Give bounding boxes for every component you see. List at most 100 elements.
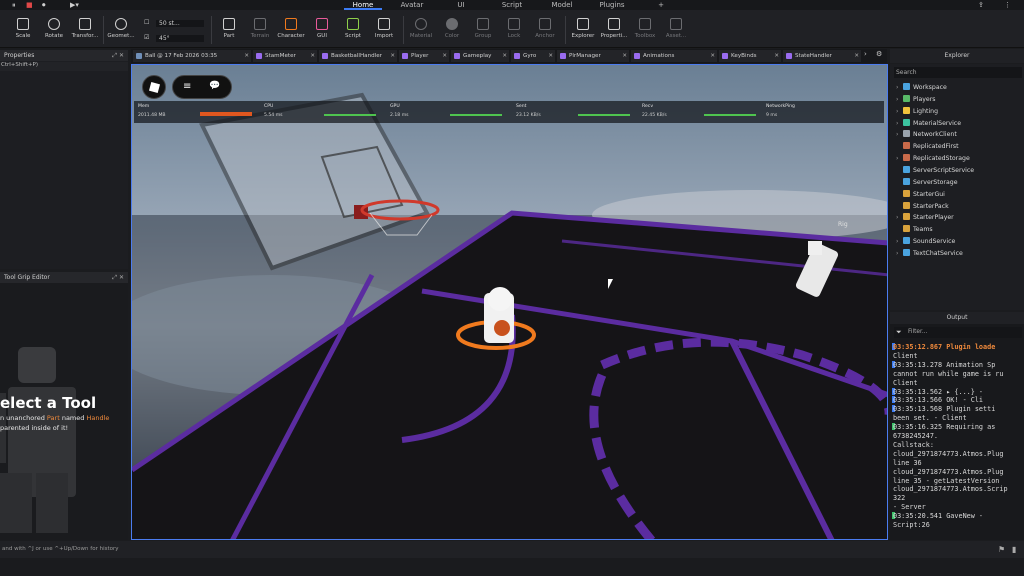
output-filter-input[interactable]: Filter... bbox=[894, 327, 1022, 338]
output-line[interactable]: 6738245247. bbox=[893, 432, 938, 440]
scale-tool-button[interactable]: Scale bbox=[8, 12, 38, 39]
toolbox-button[interactable]: Toolbox bbox=[630, 12, 660, 39]
explorer-item[interactable]: › NetworkClient bbox=[896, 130, 957, 138]
output-line[interactable]: 03:35:13.562 ▸ {...} - bbox=[893, 388, 983, 396]
play-menu-icon[interactable]: ▶▾ bbox=[70, 0, 79, 10]
explorer-item[interactable]: Teams bbox=[896, 225, 933, 233]
explorer-item[interactable]: › MaterialService bbox=[896, 118, 961, 127]
hamburger-menu-icon[interactable]: ≡ bbox=[183, 81, 191, 92]
tab-stammeter[interactable]: StamMeter ✕ bbox=[253, 50, 317, 62]
output-line[interactable]: 03:35:13.568 Plugin setti bbox=[893, 405, 995, 413]
gui-button[interactable]: GUI bbox=[307, 12, 337, 39]
close-icon[interactable]: ✕ bbox=[310, 50, 315, 62]
stat-gpu[interactable]: GPU 2.18 ms bbox=[390, 104, 409, 118]
output-line[interactable]: 03:35:13.278 Animation Sp bbox=[893, 361, 995, 369]
output-line[interactable]: cloud_2971874773.Atmos.Scrip bbox=[893, 485, 1008, 493]
output-line[interactable]: cloud_2971874773.Atmos.Plug bbox=[893, 468, 1004, 476]
output-line[interactable]: cannot run while game is ru bbox=[893, 370, 1004, 378]
run-icon[interactable]: ⏺ bbox=[42, 0, 46, 10]
tab-avatar[interactable]: Avatar bbox=[393, 0, 431, 10]
output-line[interactable]: cloud_2971874773.Atmos.Plug bbox=[893, 450, 1004, 458]
properties-filter-input[interactable]: Ctrl+Shift+P) bbox=[0, 62, 128, 71]
close-icon[interactable]: ✕ bbox=[244, 50, 249, 62]
output-line[interactable]: Callstack: bbox=[893, 441, 934, 449]
tab-player[interactable]: Player ✕ bbox=[399, 50, 449, 62]
tab-animations[interactable]: Animations ✕ bbox=[631, 50, 717, 62]
group-button[interactable]: Group bbox=[468, 12, 498, 39]
tab-ball-place[interactable]: Ball @ 17 Feb 2026 03:35 ✕ bbox=[133, 50, 251, 62]
more-icon[interactable]: ⋮ bbox=[1004, 0, 1011, 10]
tab-plugins[interactable]: Plugins bbox=[594, 0, 630, 10]
explorer-item[interactable]: StarterGui bbox=[896, 189, 945, 198]
asset-manager-button[interactable]: Asset... bbox=[661, 12, 691, 39]
close-icon[interactable]: ✕ bbox=[854, 50, 859, 62]
tab-keybinds[interactable]: KeyBinds ✕ bbox=[719, 50, 781, 62]
output-line[interactable]: 322 bbox=[893, 494, 905, 502]
explorer-item[interactable]: › StarterPlayer bbox=[896, 213, 954, 221]
move-checkbox-icon[interactable]: ☐ bbox=[144, 19, 149, 26]
sidebar-toggle-icon[interactable]: ▮ bbox=[1012, 541, 1016, 558]
explorer-item[interactable]: ServerScriptService bbox=[896, 165, 974, 174]
terrain-button[interactable]: Terrain bbox=[245, 12, 275, 39]
output-line[interactable]: Client bbox=[893, 379, 918, 387]
output-line[interactable]: Client bbox=[893, 352, 918, 360]
output-line[interactable]: 03:35:13.566 OK! - Cli bbox=[893, 396, 983, 404]
close-icon[interactable]: ✕ bbox=[502, 50, 507, 62]
color-button[interactable]: Color bbox=[437, 12, 467, 39]
stat-cpu[interactable]: CPU 5.54 ms bbox=[264, 104, 283, 118]
chevron-right-icon[interactable]: › bbox=[896, 131, 903, 138]
filter-icon[interactable]: ⏷ bbox=[896, 328, 902, 337]
part-button[interactable]: Part bbox=[214, 12, 244, 39]
explorer-search-input[interactable]: Search bbox=[894, 67, 1022, 78]
tabs-overflow-icon[interactable]: › bbox=[864, 50, 867, 58]
tab-statehandler[interactable]: StateHandler ✕ bbox=[783, 50, 861, 62]
close-icon[interactable]: ✕ bbox=[710, 50, 715, 62]
output-line[interactable]: Script:26 bbox=[893, 521, 930, 529]
anchor-button[interactable]: Anchor bbox=[530, 12, 560, 39]
rotate-increment-field[interactable]: 45° bbox=[156, 35, 204, 42]
move-increment-field[interactable]: 50 st... bbox=[156, 20, 204, 27]
chevron-right-icon[interactable]: › bbox=[896, 96, 903, 103]
tab-ui[interactable]: UI bbox=[446, 0, 476, 10]
chevron-right-icon[interactable]: › bbox=[896, 214, 903, 221]
tab-gameplay[interactable]: Gameplay ✕ bbox=[451, 50, 509, 62]
tab-home[interactable]: Home bbox=[344, 0, 382, 10]
output-line[interactable]: line 35 - getLatestVersion bbox=[893, 477, 999, 485]
tab-script[interactable]: Script bbox=[494, 0, 530, 10]
explorer-item[interactable]: StarterPack bbox=[896, 201, 949, 210]
stat-sent[interactable]: Sent 23.12 KB/s bbox=[516, 104, 541, 118]
output-line[interactable]: 03:35:12.867 Plugin loade bbox=[893, 343, 995, 351]
stat-recv[interactable]: Recv 22.45 KB/s bbox=[642, 104, 667, 118]
character-button[interactable]: Character bbox=[276, 12, 306, 39]
output-line[interactable]: 03:35:16.325 Requiring as bbox=[893, 423, 995, 431]
output-line[interactable]: 03:35:20.541 GaveNew - bbox=[893, 512, 983, 520]
import-button[interactable]: Import bbox=[369, 12, 399, 39]
output-line[interactable]: line 36 bbox=[893, 459, 922, 467]
material-button[interactable]: Material bbox=[406, 12, 436, 39]
script-button[interactable]: Script bbox=[338, 12, 368, 39]
close-icon[interactable]: ⤢ ✕ bbox=[112, 272, 124, 283]
properties-button[interactable]: Properti... bbox=[599, 12, 629, 39]
close-icon[interactable]: ✕ bbox=[442, 50, 447, 62]
explorer-item[interactable]: › ReplicatedStorage bbox=[896, 154, 970, 162]
chevron-right-icon[interactable]: › bbox=[896, 238, 903, 245]
explorer-item[interactable]: ReplicatedFirst bbox=[896, 142, 959, 150]
explorer-item[interactable]: › Players bbox=[896, 94, 935, 103]
close-icon[interactable]: ✕ bbox=[774, 50, 779, 62]
chevron-right-icon[interactable]: › bbox=[896, 250, 903, 257]
rotate-tool-button[interactable]: Rotate bbox=[39, 12, 69, 39]
stat-mem[interactable]: Mem 2011.48 MB bbox=[138, 104, 166, 118]
explorer-item[interactable]: › Workspace bbox=[896, 83, 947, 91]
geometry-button[interactable]: Geomet... bbox=[106, 12, 136, 39]
chevron-right-icon[interactable]: › bbox=[896, 120, 903, 127]
explorer-item[interactable]: › TextChatService bbox=[896, 248, 963, 257]
bookmark-icon[interactable]: ⚑ bbox=[998, 541, 1005, 558]
tab-model[interactable]: Model bbox=[544, 0, 580, 10]
tab-plrmanager[interactable]: PlrManager ✕ bbox=[557, 50, 629, 62]
roblox-menu-button[interactable] bbox=[142, 75, 166, 99]
chevron-right-icon[interactable]: › bbox=[896, 84, 903, 91]
close-icon[interactable]: ⤢ ✕ bbox=[112, 50, 124, 61]
stop-square-icon[interactable]: ■ bbox=[26, 0, 33, 10]
rotate-checkbox-icon[interactable]: ☑ bbox=[144, 34, 149, 41]
explorer-item[interactable]: ServerStorage bbox=[896, 177, 958, 186]
